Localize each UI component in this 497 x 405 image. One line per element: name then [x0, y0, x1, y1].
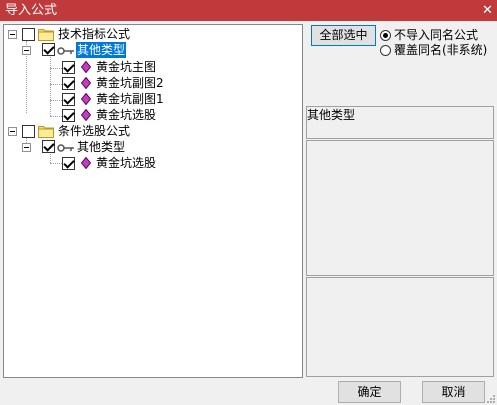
tree-node-label: 条件选股公式 [58, 124, 131, 138]
overwrite-radio-label[interactable]: 覆盖同名(非系统) [394, 43, 487, 57]
collapse-expander[interactable] [8, 30, 17, 39]
tree-leaf-label: 黄金坑副图1 [96, 92, 164, 106]
tree-node-other-types[interactable]: 其他类型 [4, 42, 302, 58]
formula-diamond-icon [81, 93, 91, 105]
tree-leaf-formula[interactable]: 黄金坑副图1 [4, 91, 302, 107]
no-import-radio-label[interactable]: 不导入同名公式 [394, 28, 478, 42]
formula-diamond-icon [81, 61, 91, 73]
tree-leaf-formula[interactable]: 黄金坑副图2 [4, 75, 302, 91]
tree-leaf-label: 黄金坑主图 [96, 60, 157, 74]
tree-leaf-formula[interactable]: 黄金坑选股 [4, 155, 302, 171]
folder-icon [38, 29, 54, 41]
tree-node-technical-formulas[interactable]: 技术指标公式 [4, 26, 302, 42]
close-button[interactable]: ✕ [478, 0, 497, 21]
no-import-radio[interactable] [380, 30, 391, 41]
tree-node-label: 技术指标公式 [58, 27, 131, 41]
checkbox[interactable] [62, 93, 75, 106]
window-title: 导入公式 [5, 3, 58, 18]
tree-node-other-types[interactable]: 其他类型 [4, 139, 302, 155]
close-icon: ✕ [482, 3, 493, 18]
tree-node-label: 其他类型 [76, 42, 127, 58]
overwrite-radio[interactable] [380, 45, 391, 56]
formula-description-panel [306, 140, 494, 276]
checkbox[interactable] [62, 109, 75, 122]
formula-diamond-icon [81, 157, 91, 169]
select-all-button[interactable]: 全部选中 [311, 25, 376, 46]
checkbox[interactable] [62, 157, 75, 170]
title-bar: 导入公式 ✕ [0, 0, 497, 21]
tree-node-label: 其他类型 [77, 140, 126, 154]
tree-node-condition-formulas[interactable]: 条件选股公式 [4, 123, 302, 139]
formula-diamond-icon [81, 77, 91, 89]
checkbox[interactable] [42, 43, 55, 56]
tree-leaf-label: 黄金坑选股 [96, 108, 157, 122]
checkbox[interactable] [62, 77, 75, 90]
key-icon [57, 144, 74, 152]
collapse-expander[interactable] [22, 143, 31, 152]
formula-tree[interactable]: 技术指标公式 其他类型 黄金坑主图 黄金坑副图2 黄金坑副图1 黄金坑选股 条件… [3, 24, 303, 378]
tree-leaf-formula[interactable]: 黄金坑主图 [4, 59, 302, 75]
checkbox[interactable] [22, 125, 35, 138]
checkbox[interactable] [42, 140, 55, 153]
collapse-expander[interactable] [22, 46, 31, 55]
ok-button[interactable]: 确定 [338, 381, 401, 403]
tree-leaf-label: 黄金坑选股 [96, 156, 157, 170]
formula-type-panel: 其他类型 [306, 106, 494, 139]
formula-type-label: 其他类型 [307, 108, 356, 122]
folder-icon [38, 126, 54, 138]
key-icon [57, 47, 74, 55]
tree-leaf-formula[interactable]: 黄金坑选股 [4, 107, 302, 123]
cancel-button[interactable]: 取消 [422, 381, 485, 403]
formula-diamond-icon [81, 109, 91, 121]
checkbox[interactable] [62, 61, 75, 74]
tree-leaf-label: 黄金坑副图2 [96, 76, 164, 90]
resize-grip-icon[interactable] [486, 394, 496, 404]
collapse-expander[interactable] [8, 127, 17, 136]
formula-params-panel [306, 277, 494, 377]
checkbox[interactable] [22, 28, 35, 41]
